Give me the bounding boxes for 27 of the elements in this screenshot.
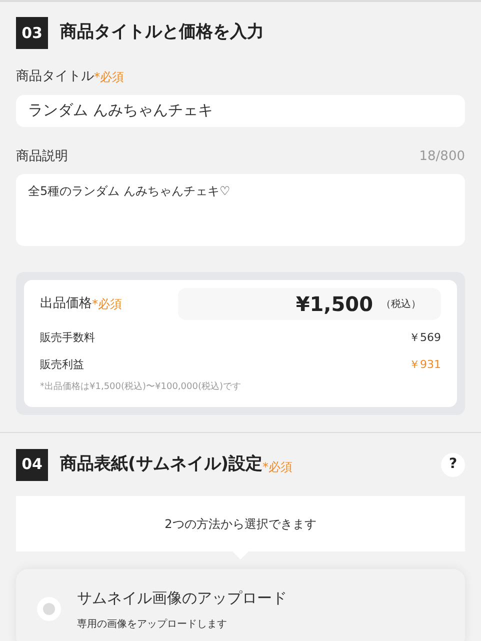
price-value: ¥1,500 xyxy=(296,291,373,318)
description-input[interactable]: 全5種のランダム んみちゃんチェキ♡ xyxy=(16,174,465,246)
field-label: 出品価格 xyxy=(40,295,92,314)
help-button[interactable]: ? xyxy=(441,452,465,476)
option-title: サムネイル画像のアップロード xyxy=(77,588,287,608)
tax-label: （税込） xyxy=(381,298,421,312)
fee-value: ￥931 xyxy=(409,356,441,372)
fee-label: 販売利益 xyxy=(40,356,84,372)
section-title: 商品表紙(サムネイル)設定 xyxy=(60,452,263,476)
radio-button[interactable] xyxy=(37,596,61,620)
title-input[interactable]: ランダム んみちゃんチェキ xyxy=(16,94,465,126)
section-title: 商品タイトルと価格を入力 xyxy=(60,21,264,44)
fee-value: ￥569 xyxy=(409,330,441,346)
required-label: *必須 xyxy=(92,296,122,313)
option-description: 専用の画像をアップロードします xyxy=(77,618,228,632)
character-counter: 18/800 xyxy=(419,148,465,166)
info-text: 2つの方法から選択できます xyxy=(164,516,316,532)
field-label: 商品タイトル xyxy=(16,68,94,86)
section-number: 03 xyxy=(16,17,48,49)
field-label: 商品説明 xyxy=(16,148,68,166)
option-card[interactable]: サムネイル画像のアップロード 専用の画像をアップロードします xyxy=(16,568,465,641)
required-label: *必須 xyxy=(94,68,124,86)
required-label: *必須 xyxy=(262,458,293,476)
fee-label: 販売手数料 xyxy=(40,330,95,346)
price-input[interactable]: ¥1,500 （税込） xyxy=(178,288,441,320)
section-number: 04 xyxy=(16,448,48,480)
price-note: *出品価格は¥1,500(税込)〜¥100,000(税込)です xyxy=(40,381,242,394)
